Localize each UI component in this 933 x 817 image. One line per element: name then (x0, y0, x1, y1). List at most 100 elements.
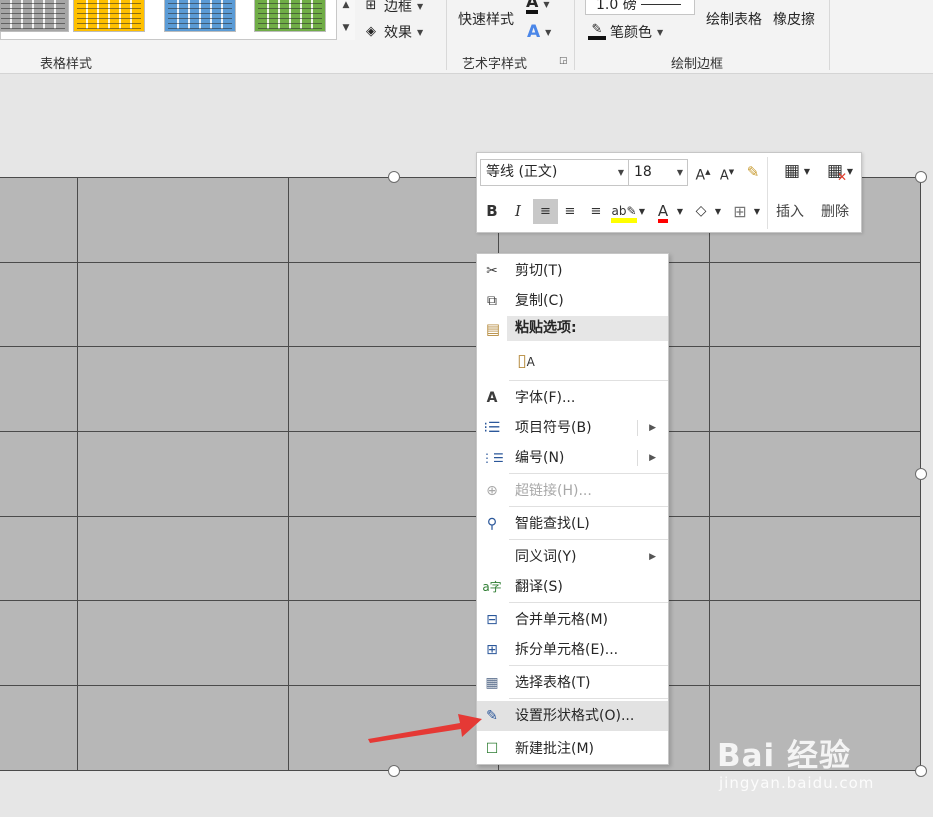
font-size-value: 18 (634, 164, 652, 180)
translate-icon: a字 (482, 580, 502, 594)
wordart-dialog-launcher-icon[interactable]: ◲ (559, 56, 568, 66)
menu-item-merge-cells[interactable]: ⊟ 合并单元格(M) (477, 605, 668, 635)
menu-divider (509, 380, 668, 381)
menu-item-split-cells[interactable]: ⊞ 拆分单元格(E)... (477, 635, 668, 665)
highlight-color-button[interactable]: ab✎ (611, 199, 637, 224)
table-row-border (0, 262, 921, 263)
font-size-combo[interactable]: 18 ▼ (628, 159, 688, 186)
annotation-arrow-icon (368, 714, 482, 743)
menu-item-cut[interactable]: ✂ 剪切(T) (477, 256, 668, 286)
menu-item-label: 拆分单元格(E)... (515, 642, 619, 658)
paint-bucket-icon: ◇ (695, 203, 707, 223)
table-style-green[interactable] (254, 0, 326, 32)
smart-lookup-icon: ⚲ (486, 516, 498, 532)
chevron-down-icon[interactable]: ▼ (713, 199, 723, 224)
borders-button[interactable]: ⊞ 边框 ▼ (362, 0, 424, 16)
group-separator (829, 0, 830, 70)
resize-handle-top[interactable] (388, 171, 400, 183)
chevron-down-icon[interactable]: ▼ (675, 199, 685, 224)
menu-item-numbering[interactable]: ⋮☰ 编号(N) ▶ (477, 443, 668, 473)
menu-item-label: 编号(N) (515, 450, 565, 466)
eraser-button[interactable]: 橡皮擦 (773, 9, 815, 29)
chevron-down-icon[interactable]: ▼ (752, 199, 762, 224)
eraser-label: 橡皮擦 (773, 12, 815, 28)
chevron-down-icon[interactable]: ▼ (802, 159, 812, 184)
group-separator (574, 0, 575, 70)
menu-item-label: 超链接(H)... (515, 483, 592, 499)
shrink-font-button[interactable]: A▼ (716, 160, 738, 185)
pen-weight-select[interactable]: 1.0 磅 (585, 0, 695, 15)
bold-button[interactable]: B (481, 199, 503, 224)
table-style-blue[interactable] (164, 0, 236, 32)
paste-keep-text-only-button[interactable]: ▯A (513, 347, 539, 375)
menu-item-font[interactable]: A 字体(F)... (477, 383, 668, 413)
borders-icon[interactable]: ⊞ (728, 199, 752, 224)
menu-item-smart-lookup[interactable]: ⚲ 智能查找(L) (477, 509, 668, 539)
paste-icon: ▤ (485, 320, 501, 338)
menu-item-format-shape[interactable]: ✎ 设置形状格式(O)... (477, 701, 668, 731)
format-painter-icon[interactable]: ✎ (742, 160, 764, 185)
table-column-border (77, 177, 78, 771)
bullets-icon: ⁝☰ (483, 420, 501, 436)
quick-styles-button[interactable]: 快速样式 (458, 9, 514, 29)
submenu-separator (637, 420, 638, 436)
table[interactable] (0, 177, 921, 771)
pen-color-button[interactable]: ✎ 笔颜色 ▼ (588, 22, 663, 42)
menu-item-translate[interactable]: a字 翻译(S) (477, 572, 668, 602)
menu-item-synonyms[interactable]: 同义词(Y) ▶ (477, 542, 668, 572)
menu-item-new-comment[interactable]: ☐ 新建批注(M) (477, 734, 668, 764)
gallery-more-icon[interactable]: ▼ (337, 17, 355, 39)
insert-table-icon[interactable]: ▦ (780, 159, 804, 184)
chevron-down-icon[interactable]: ▼ (845, 159, 855, 184)
paste-options-label: 粘贴选项: (515, 320, 577, 336)
menu-item-hyperlink[interactable]: ⊕ 超链接(H)... (477, 476, 668, 506)
menu-item-label: 字体(F)... (515, 390, 576, 406)
mini-toolbar: 等线 (正文) ▼ 18 ▼ A▲ A▼ ✎ ▦ ▼ ▦ ✕ ▼ B I ≡ ≡ … (476, 152, 862, 233)
chevron-down-icon[interactable]: ▼ (637, 199, 647, 224)
borders-icon: ⊞ (365, 0, 377, 13)
font-color-icon: A (657, 203, 669, 223)
text-fill-button[interactable]: A ▼ (526, 0, 550, 14)
chevron-down-icon: ▼ (657, 27, 664, 37)
resize-handle-right[interactable] (915, 468, 927, 480)
hyperlink-icon: ⊕ (486, 483, 498, 499)
font-name-combo[interactable]: 等线 (正文) ▼ (480, 159, 629, 186)
toolbar-separator (767, 157, 768, 229)
table-style-gray[interactable] (0, 0, 69, 32)
menu-item-bullets[interactable]: ⁝☰ 项目符号(B) ▶ (477, 413, 668, 443)
menu-item-label: 项目符号(B) (515, 420, 592, 436)
group-separator (446, 0, 447, 70)
text-effects-icon: A (527, 22, 541, 42)
chevron-down-icon: ▼ (417, 1, 424, 11)
resize-handle-bottom[interactable] (388, 765, 400, 777)
menu-item-label: 复制(C) (515, 293, 564, 309)
menu-item-select-table[interactable]: ▦ 选择表格(T) (477, 668, 668, 698)
insert-button[interactable]: 插入 (776, 201, 804, 221)
submenu-arrow-icon: ▶ (649, 423, 656, 433)
context-menu: ✂ 剪切(T) ⧉ 复制(C) ▤ 粘贴选项: ▯A A 字体(F)... ⁝☰… (476, 253, 669, 765)
italic-button[interactable]: I (507, 199, 529, 224)
table-style-gold[interactable] (73, 0, 145, 32)
gallery-scrollbar[interactable]: ▲ ▼ (336, 0, 355, 40)
effects-label: 效果 (384, 25, 412, 41)
delete-button[interactable]: 删除 (821, 201, 849, 221)
draw-table-button[interactable]: 绘制表格 (706, 9, 762, 29)
text-effects-button[interactable]: A ▼ (527, 22, 551, 42)
align-right-button[interactable]: ≡ (585, 199, 607, 224)
align-left-button[interactable]: ≡ (533, 199, 558, 224)
delete-table-icon[interactable]: ▦ ✕ (823, 159, 847, 184)
shading-button[interactable]: ◇ (689, 199, 713, 224)
gallery-up-icon[interactable]: ▲ (337, 0, 355, 16)
numbering-icon: ⋮☰ (481, 451, 504, 465)
effects-button[interactable]: ◈ 效果 ▼ (362, 22, 423, 42)
table-row-border (0, 346, 921, 347)
borders-label: 边框 (384, 0, 412, 15)
align-center-button[interactable]: ≡ (559, 199, 581, 224)
grow-font-button[interactable]: A▲ (692, 160, 714, 185)
resize-handle-top-right[interactable] (915, 171, 927, 183)
draw-borders-group-label: 绘制边框 (671, 57, 724, 72)
menu-item-copy[interactable]: ⧉ 复制(C) (477, 286, 668, 316)
paste-text-icon: ▯A (517, 351, 535, 371)
font-color-button[interactable]: A (651, 199, 675, 224)
table-column-border (709, 177, 710, 771)
